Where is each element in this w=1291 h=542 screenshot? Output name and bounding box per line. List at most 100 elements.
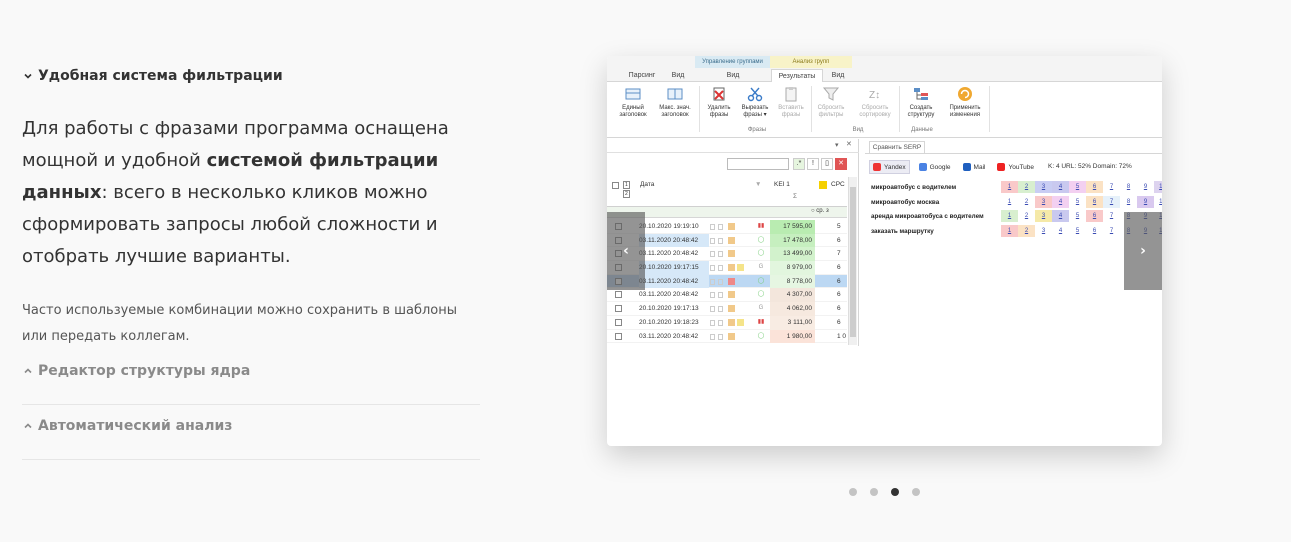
slider-dot[interactable] (870, 488, 878, 496)
row-checkbox[interactable] (615, 291, 622, 299)
max-value-header-button[interactable]: Макс. знач. заголовок (657, 86, 693, 119)
serp-row[interactable]: аренда микроавтобуса с водителем12345678… (871, 210, 1162, 223)
row-checkbox[interactable] (615, 305, 622, 313)
button-label: Удалить фразы (707, 105, 731, 118)
tab-view[interactable]: Вид (665, 69, 691, 82)
column-cpc[interactable]: CPC (831, 181, 845, 188)
serp-position-cell[interactable]: 10 (1154, 181, 1162, 193)
serp-position-cell[interactable]: 3 (1035, 181, 1052, 193)
paste-phrases-button[interactable]: Вставить фразы (773, 86, 809, 119)
level-one-icon[interactable]: 1 (623, 181, 630, 189)
table-row[interactable]: 03.11.2020 20:48:42 ◯ 4 307,00 6 (607, 288, 847, 303)
close-icon[interactable]: ✕ (846, 140, 852, 148)
accordion-item-structure-editor[interactable]: Редактор структуры ядра (22, 351, 480, 405)
engine-mail[interactable]: Mail (960, 161, 989, 173)
serp-position-cell[interactable]: 4 (1052, 210, 1069, 222)
serp-position-cell[interactable]: 4 (1052, 181, 1069, 193)
serp-position-cell[interactable]: 6 (1086, 195, 1103, 208)
slider-dot[interactable] (912, 488, 920, 496)
column-kei[interactable]: KEI 1 (774, 181, 790, 188)
table-row[interactable]: 20.10.2020 19:18:23 ▮▮ 3 111,00 6 (607, 315, 847, 330)
serp-position-cell[interactable]: 6 (1086, 210, 1103, 222)
table-row[interactable]: 20.10.2020 19:17:13 G 4 062,00 6 (607, 302, 847, 316)
serp-position-cell[interactable]: 4 (1052, 195, 1069, 208)
tab-view[interactable]: Вид (715, 69, 751, 82)
serp-position-cell[interactable]: 10 (1154, 195, 1162, 208)
serp-position-cell[interactable]: 4 (1052, 224, 1069, 237)
marker-icon (728, 277, 735, 285)
serp-row[interactable]: заказать маршрутку12345678910 (871, 224, 1162, 238)
serp-position-cell[interactable]: 9 (1137, 195, 1154, 208)
serp-position-cell[interactable]: 5 (1069, 195, 1086, 208)
serp-position-cell[interactable]: 7 (1103, 181, 1120, 193)
serp-position-cell[interactable]: 7 (1103, 224, 1120, 237)
engine-google[interactable]: Google (916, 161, 954, 173)
serp-position-cell[interactable]: 2 (1018, 224, 1035, 237)
serp-position-cell[interactable]: 1 (1001, 224, 1018, 237)
regex-filter-button[interactable]: .* (793, 158, 805, 170)
slider-next-button[interactable]: › (1124, 212, 1162, 290)
serp-position-cell[interactable]: 5 (1069, 224, 1086, 237)
engine-label: Google (929, 163, 951, 171)
marker-icon (728, 236, 735, 244)
accordion-header[interactable]: Автоматический анализ (22, 416, 232, 436)
grid-filter-input[interactable] (727, 158, 789, 170)
table-row[interactable]: 03.11.2020 20:48:42 ◯ 1 980,00 1 0 (607, 329, 847, 344)
column-date[interactable]: Дата (640, 181, 654, 188)
serp-position-cell[interactable]: 1 (1001, 195, 1018, 208)
sum-icon[interactable]: Σ (793, 193, 797, 200)
serp-position-cell[interactable]: 8 (1120, 181, 1137, 193)
reset-filters-button[interactable]: Сбросить фильтры (813, 86, 849, 119)
accordion-header[interactable]: Редактор структуры ядра (22, 361, 250, 381)
engine-youtube[interactable]: YouTube (994, 161, 1037, 173)
tab-parsing[interactable]: Парсинг (623, 69, 661, 82)
serp-position-cell[interactable]: 3 (1035, 224, 1052, 237)
create-structure-button[interactable]: Создать структуру (903, 86, 939, 119)
serp-position-cell[interactable]: 3 (1035, 210, 1052, 222)
marker-icon (737, 264, 744, 272)
dropdown-icon[interactable]: ▾ (835, 141, 839, 149)
serp-row[interactable]: микроавтобус москва 12345678910 (871, 195, 1162, 209)
group-label: Управление группами (695, 56, 770, 68)
apply-changes-button[interactable]: Применить изменения (945, 86, 985, 119)
serp-position-cell[interactable]: 2 (1018, 210, 1035, 222)
serp-position-cell[interactable]: 2 (1018, 181, 1035, 193)
tab-compare-serp[interactable]: Сравнить SERP (869, 141, 925, 153)
serp-position-cell[interactable]: 2 (1018, 195, 1035, 208)
select-all-checkbox[interactable] (612, 182, 619, 189)
serp-position-cell[interactable]: 8 (1120, 195, 1137, 208)
unified-header-button[interactable]: Единый заголовок (615, 86, 651, 119)
marker-icon (728, 264, 735, 272)
serp-position-cell[interactable]: 9 (1137, 181, 1154, 193)
serp-position-cell[interactable]: 7 (1103, 195, 1120, 208)
accordion-header-filtering[interactable]: Удобная система фильтрации (22, 66, 283, 86)
slider-dot-active[interactable] (891, 488, 899, 496)
serp-row[interactable]: микроавтобус с водителем 12345678910 (871, 181, 1162, 194)
scrollbar-thumb[interactable] (850, 187, 856, 337)
serp-position-cell[interactable]: 1 (1001, 181, 1018, 193)
filter-icon[interactable]: ▼ (755, 181, 761, 188)
slider-dot[interactable] (849, 488, 857, 496)
delete-phrases-button[interactable]: Удалить фразы (701, 86, 737, 119)
accordion-item-auto-analysis[interactable]: Автоматический анализ (22, 406, 480, 460)
tab-view[interactable]: Вид (825, 69, 851, 82)
serp-position-cell[interactable]: 5 (1069, 210, 1086, 222)
engine-yandex[interactable]: Yandex (869, 160, 910, 174)
clear-filter-button[interactable]: ✕ (835, 158, 847, 170)
grid-scrollbar[interactable] (848, 177, 857, 345)
serp-position-cell[interactable]: 3 (1035, 195, 1052, 208)
copy-filter-button[interactable]: ▯ (821, 158, 833, 170)
row-checkbox[interactable] (615, 318, 622, 326)
cut-phrases-button[interactable]: Вырезать фразы ▾ (737, 86, 773, 119)
reset-sort-button[interactable]: Z↕ Сбросить сортировку (855, 86, 895, 119)
serp-position-cell[interactable]: 7 (1103, 210, 1120, 222)
tab-results[interactable]: Результаты (771, 69, 823, 82)
serp-position-cell[interactable]: 6 (1086, 181, 1103, 193)
level-two-icon[interactable]: 2 (623, 190, 630, 198)
slider-prev-button[interactable]: ‹ (607, 212, 645, 290)
row-checkbox[interactable] (615, 332, 622, 340)
serp-position-cell[interactable]: 6 (1086, 224, 1103, 237)
exclude-filter-button[interactable]: ! (807, 158, 819, 170)
serp-position-cell[interactable]: 1 (1001, 210, 1018, 222)
serp-position-cell[interactable]: 5 (1069, 181, 1086, 193)
